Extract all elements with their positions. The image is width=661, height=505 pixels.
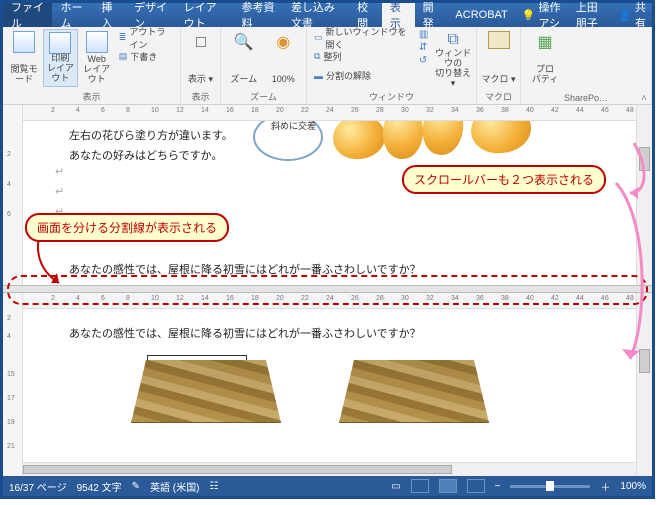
book-icon (13, 31, 35, 53)
ribbon-tab-bar: ファイル ホーム 挿入 デザイン レイアウト 参考資料 差し込み文書 校閲 表示… (3, 3, 652, 27)
group-show-label: 表示 (185, 89, 216, 104)
vertical-ruler-top: 2 4 6 (3, 105, 23, 285)
properties-icon: ▦ (534, 31, 556, 53)
group-macro-label: マクロ (481, 89, 516, 104)
share-icon: 👤 (618, 9, 632, 22)
arrange-icon: ⧉ (314, 51, 320, 62)
zoom-out-button[interactable]: − (495, 481, 501, 492)
zoom-button[interactable]: 🔍ズーム (225, 29, 263, 87)
bubble-text: 斜めに交差 (271, 121, 316, 132)
draft-icon: ▤ (119, 51, 128, 62)
status-language[interactable]: 英語 (米国) (150, 479, 199, 494)
bottom-pane-content[interactable]: あなたの感性では、屋根に降る初雪にはどれが一番ふさわしいですか？ 北杜市 04 … (23, 309, 636, 476)
zoom-in-button[interactable]: ＋ (600, 479, 610, 494)
split-icon: ▬ (314, 71, 323, 81)
properties-button[interactable]: ▦プロ パティ (525, 29, 565, 87)
zoom-100-button[interactable]: ◉100% (265, 29, 303, 87)
vertical-ruler-bottom: 2 4 15 17 19 21 (3, 293, 23, 476)
tab-view[interactable]: 表示 (382, 3, 415, 27)
sync-scroll-icon[interactable]: ⇵ (419, 42, 432, 53)
tab-mailings[interactable]: 差し込み文書 (283, 3, 349, 27)
tab-layout[interactable]: レイアウト (176, 3, 234, 27)
split-bar[interactable] (3, 285, 652, 293)
callout-splitline: 画面を分ける分割線が表示される (25, 213, 229, 242)
illustration-roof (339, 353, 489, 423)
status-bar: 16/37 ページ 9542 文字 ✎ 英語 (米国) ☷ ▭ − ＋ 100% (3, 476, 652, 496)
show-dropdown[interactable]: 表示 ▾ (185, 29, 216, 87)
tab-design[interactable]: デザイン (126, 3, 175, 27)
horizontal-scrollbar[interactable] (23, 462, 636, 476)
bottom-pane: 2 4 15 17 19 21 246810121416182022242628… (3, 293, 652, 476)
illustration-egg (381, 121, 425, 160)
tab-review[interactable]: 校閲 (349, 3, 382, 27)
illustration-egg (330, 121, 388, 162)
switch-windows-button[interactable]: ⧉ウィンドウの 切り替え▾ (434, 29, 472, 87)
status-page[interactable]: 16/37 ページ (9, 479, 67, 494)
tab-insert[interactable]: 挿入 (93, 3, 126, 27)
checkbox-icon (190, 31, 212, 53)
top-pane-content[interactable]: 左右の花びら塗り方が違います。 あなたの好みはどちらですか。 斜めに交差 ↵ ↵… (23, 121, 636, 285)
group-window-label: ウィンドウ (311, 89, 472, 104)
callout-scrollbar: スクロールバーも２つ表示される (402, 165, 606, 194)
outline-icon: ≣ (119, 32, 127, 43)
horizontal-ruler-top: 2468101214161820222426283032343638404244… (23, 105, 636, 121)
tab-references[interactable]: 参考資料 (233, 3, 282, 27)
illustration-egg (468, 121, 534, 157)
ribbon: 閲覧モード 印刷 レイアウト Web レイアウト ≣アウトライン ▤下書き 表示… (3, 27, 652, 105)
illustration-egg (419, 121, 467, 158)
status-word-count[interactable]: 9542 文字 (77, 479, 122, 494)
tab-acrobat[interactable]: ACROBAT (447, 3, 515, 27)
side-by-side-icon[interactable]: ▥ (419, 29, 432, 40)
top-pane: 2 4 6 2468101214161820222426283032343638… (3, 105, 652, 285)
bulb-icon: 💡 (522, 9, 536, 22)
web-layout-button[interactable]: Web レイアウト (80, 29, 114, 87)
collapse-ribbon-button[interactable]: ˄ (641, 93, 647, 104)
zoom-slider-thumb[interactable] (546, 481, 554, 491)
remove-split-button[interactable]: ▬分割の解除 (311, 67, 417, 84)
arrange-button[interactable]: ⧉整列 (311, 48, 417, 65)
track-changes-icon[interactable]: ▭ (391, 481, 400, 492)
group-views-label: 表示 (7, 89, 176, 104)
macro-icon (488, 31, 510, 49)
reset-position-icon[interactable]: ↺ (419, 55, 432, 66)
scrollbar-thumb[interactable] (23, 465, 452, 474)
view-print-icon[interactable] (439, 479, 457, 493)
magnifier-icon: 🔍 (233, 31, 255, 53)
body-text: 左右の花びら塗り方が違います。 (69, 127, 233, 143)
tab-home[interactable]: ホーム (52, 3, 93, 27)
zoom-level[interactable]: 100% (620, 481, 646, 492)
illustration-roof (131, 353, 281, 423)
globe-icon (86, 31, 108, 53)
horizontal-ruler-bottom: 2468101214161820222426283032343638404244… (23, 293, 636, 309)
body-text: あなたの感性では、屋根に降る初雪にはどれが一番ふさわしいですか？ (69, 261, 421, 277)
new-window-button[interactable]: ▭新しいウィンドウを開く (311, 29, 417, 46)
red-arrow-icon (33, 233, 73, 293)
read-mode-button[interactable]: 閲覧モード (7, 29, 41, 87)
view-web-icon[interactable] (467, 479, 485, 493)
outline-view-button[interactable]: ≣アウトライン (116, 29, 176, 46)
print-layout-button[interactable]: 印刷 レイアウト (43, 29, 77, 87)
window-icon: ▭ (314, 32, 323, 43)
percent-icon: ◉ (272, 31, 294, 53)
switch-icon: ⧉ (442, 31, 464, 49)
group-zoom-label: ズーム (225, 89, 302, 104)
spellcheck-icon[interactable]: ✎ (132, 481, 140, 492)
pink-arrow-icon (608, 179, 652, 379)
body-text: あなたの感性では、屋根に降る初雪にはどれが一番ふさわしいですか？ (69, 325, 421, 341)
macro-button[interactable]: マクロ ▾ (481, 29, 516, 87)
body-text: あなたの好みはどちらですか。 (69, 147, 222, 163)
accessibility-icon[interactable]: ☷ (209, 481, 218, 492)
document-area: 2 4 6 2468101214161820222426283032343638… (3, 105, 652, 476)
group-sharepoint-label: SharePo… (525, 92, 647, 104)
tab-file[interactable]: ファイル (3, 3, 52, 27)
page-icon (49, 32, 71, 54)
view-read-icon[interactable] (411, 479, 429, 493)
draft-view-button[interactable]: ▤下書き (116, 48, 176, 65)
zoom-slider[interactable] (510, 485, 590, 488)
tab-developer[interactable]: 開発 (415, 3, 448, 27)
